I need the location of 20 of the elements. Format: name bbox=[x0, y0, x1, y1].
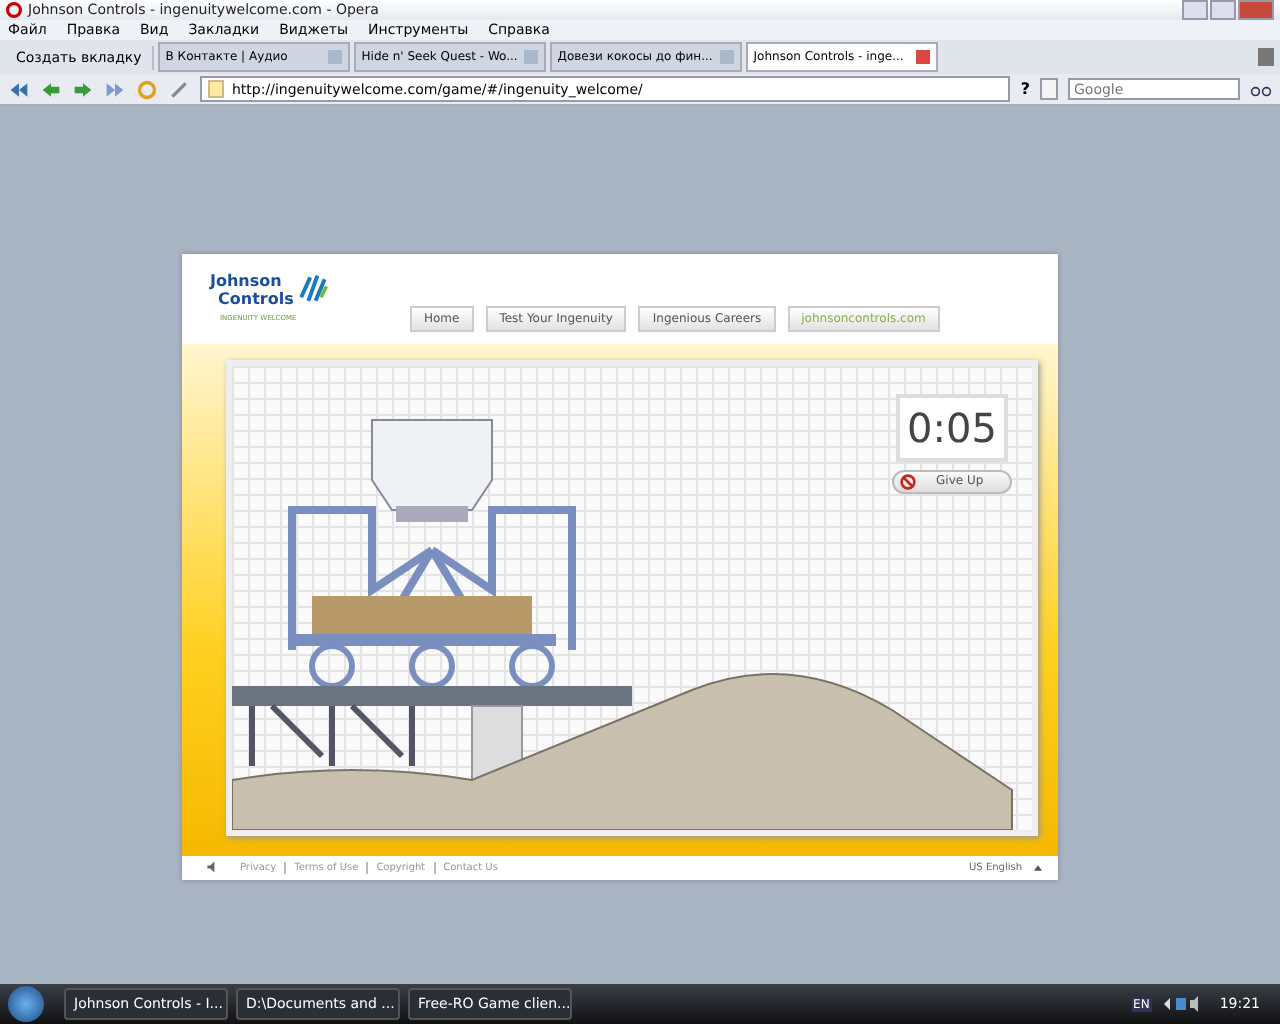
pen-icon[interactable] bbox=[168, 79, 190, 99]
no-entry-icon bbox=[900, 473, 916, 490]
dropdown-button[interactable] bbox=[1040, 78, 1058, 100]
close-button[interactable] bbox=[1238, 0, 1274, 20]
reload-icon[interactable] bbox=[136, 79, 158, 99]
minimize-button[interactable] bbox=[1182, 0, 1208, 20]
timer-display: 0:05 bbox=[896, 393, 1008, 462]
logo-text[interactable]: Johnson bbox=[210, 271, 294, 290]
forward-icon[interactable] bbox=[72, 79, 94, 99]
start-button[interactable] bbox=[8, 986, 44, 1022]
rewind-icon[interactable] bbox=[8, 79, 30, 99]
opera-logo-icon bbox=[6, 2, 22, 18]
tray-icons[interactable] bbox=[1159, 994, 1200, 1014]
maximize-button[interactable] bbox=[1210, 0, 1236, 20]
logo-text[interactable]: Controls bbox=[210, 289, 294, 308]
help-button[interactable]: ? bbox=[1020, 80, 1030, 98]
fast-forward-icon[interactable] bbox=[104, 79, 126, 99]
back-icon[interactable] bbox=[40, 79, 62, 99]
speaker-icon[interactable] bbox=[206, 860, 220, 875]
caret-up-icon[interactable] bbox=[1034, 863, 1042, 872]
